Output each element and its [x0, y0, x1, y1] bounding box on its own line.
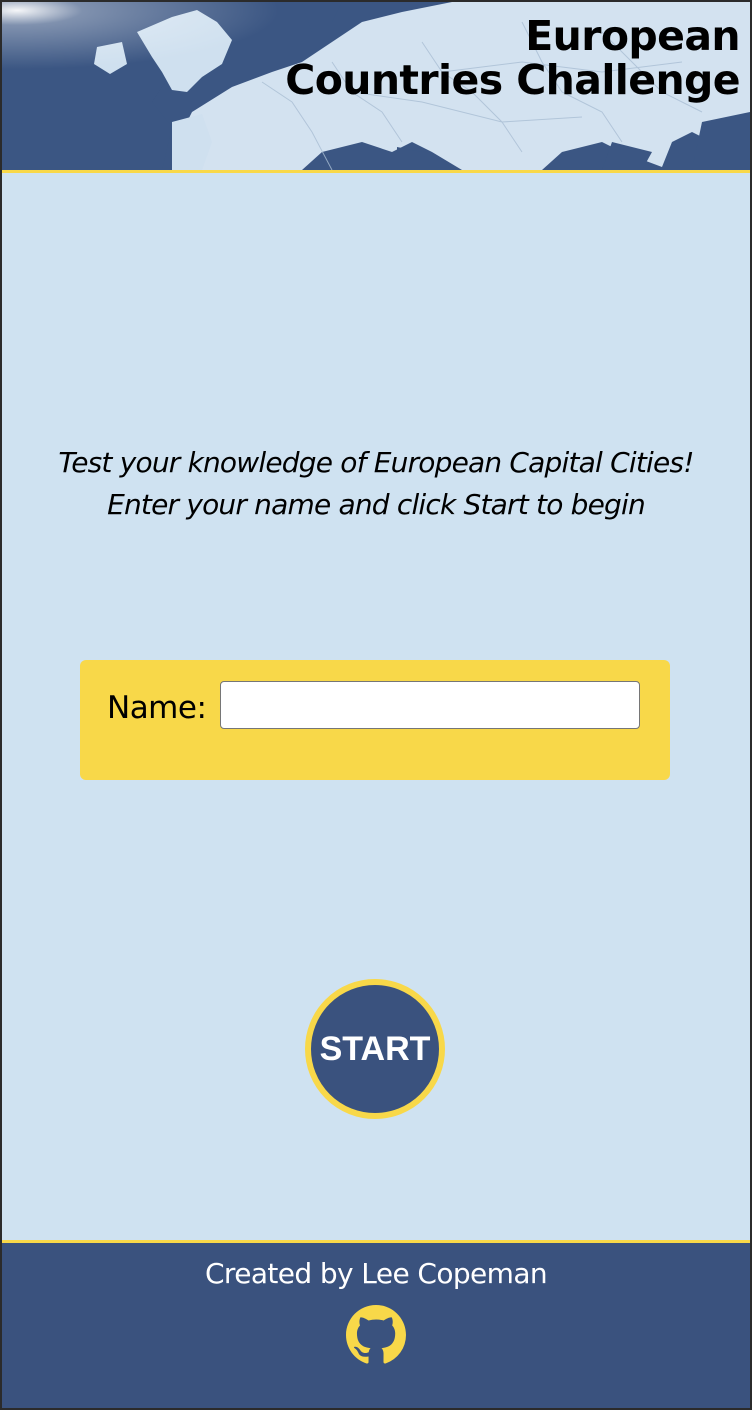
app-frame: European Countries Challenge Test your k…	[2, 2, 750, 1408]
github-icon	[346, 1305, 406, 1364]
intro-text: Test your knowledge of European Capital …	[2, 442, 750, 526]
name-label: Name:	[107, 690, 207, 726]
name-input[interactable]	[220, 681, 640, 729]
footer-credit: Created by Lee Copeman	[204, 1257, 548, 1290]
page-title: European Countries Challenge	[285, 14, 740, 102]
title-line-2: Countries Challenge	[285, 56, 740, 104]
start-button[interactable]: START	[305, 979, 445, 1119]
intro-line-1: Test your knowledge of European Capital …	[58, 446, 694, 479]
header-banner: European Countries Challenge	[2, 2, 750, 170]
name-form: Name:	[80, 660, 670, 780]
github-link[interactable]	[346, 1305, 406, 1365]
header-divider	[2, 170, 750, 173]
title-line-1: European	[525, 12, 740, 60]
intro-line-2: Enter your name and click Start to begin	[107, 488, 646, 521]
footer: Created by Lee Copeman	[2, 1240, 750, 1408]
